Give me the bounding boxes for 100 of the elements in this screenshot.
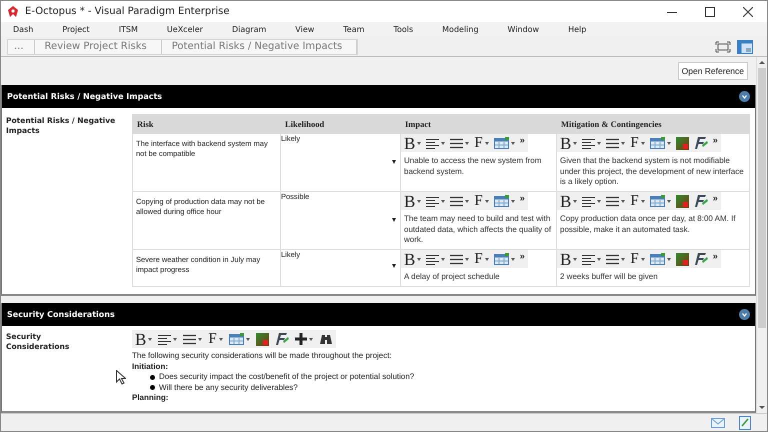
caret-icon — [417, 200, 422, 202]
fit-width-icon[interactable] — [715, 40, 731, 52]
caret-icon — [484, 200, 489, 202]
font-button[interactable]: F — [208, 330, 223, 348]
note-icon[interactable] — [739, 416, 751, 430]
dropdown-arrow-icon[interactable] — [392, 218, 396, 222]
caret-icon — [484, 142, 489, 144]
caret-icon — [417, 142, 422, 144]
breadcrumb-item[interactable]: Potential Risks / Negative Impacts — [162, 40, 358, 54]
more-button[interactable]: » — [520, 135, 525, 145]
bold-button[interactable]: B — [560, 250, 578, 268]
dropdown-arrow-icon[interactable] — [392, 160, 396, 164]
list-icon[interactable] — [606, 138, 620, 148]
app-logo-icon — [7, 6, 19, 18]
list-icon[interactable] — [606, 254, 620, 264]
pen-format-icon[interactable] — [694, 252, 708, 266]
more-button[interactable]: » — [520, 193, 525, 203]
list-icon[interactable] — [450, 196, 464, 206]
table-icon[interactable] — [228, 333, 244, 345]
binoculars-icon[interactable] — [318, 333, 333, 345]
menu-item[interactable]: ITSM — [118, 25, 148, 34]
font-button[interactable]: F — [630, 134, 645, 152]
more-button[interactable]: » — [712, 135, 718, 145]
font-button[interactable]: F — [474, 134, 489, 152]
bullet-icon — [150, 385, 155, 390]
mouse-cursor-icon — [116, 370, 126, 385]
menu-item[interactable]: Modeling — [442, 25, 489, 34]
color-icon[interactable] — [676, 194, 689, 208]
table-icon[interactable] — [494, 253, 509, 265]
list-icon[interactable] — [450, 254, 464, 264]
font-button[interactable]: F — [630, 250, 645, 268]
table-icon[interactable] — [650, 137, 665, 149]
table-icon[interactable] — [494, 137, 509, 149]
collapse-icon[interactable] — [739, 309, 750, 320]
list-item: Will there be any security deliverables? — [159, 382, 298, 393]
font-button[interactable]: F — [474, 250, 489, 268]
menu-item[interactable]: Team — [343, 25, 374, 34]
bold-button[interactable]: B — [560, 192, 578, 210]
menu-item[interactable]: View — [295, 25, 324, 34]
menu-item[interactable]: Tools — [393, 25, 424, 34]
breadcrumb-item[interactable]: Review Project Risks — [34, 40, 162, 54]
menu-item[interactable]: Project — [62, 25, 100, 34]
align-icon[interactable] — [582, 138, 596, 148]
align-icon[interactable] — [426, 196, 440, 206]
caret-icon — [640, 200, 645, 202]
bold-button[interactable]: B — [404, 250, 422, 268]
bold-button[interactable]: B — [560, 134, 578, 152]
align-icon[interactable] — [158, 334, 172, 344]
collapse-icon[interactable] — [739, 91, 750, 102]
more-button[interactable]: » — [712, 251, 718, 261]
caret-icon — [573, 258, 578, 260]
section-title: Security Considerations — [7, 310, 115, 319]
column-header: Mitigation & Contingencies — [556, 114, 750, 134]
caret-icon — [417, 258, 422, 260]
table-icon[interactable] — [650, 195, 665, 207]
font-button[interactable]: F — [630, 192, 645, 210]
list-icon[interactable] — [183, 334, 196, 344]
bold-button[interactable]: B — [404, 134, 422, 152]
align-icon[interactable] — [426, 138, 440, 148]
close-icon[interactable] — [743, 6, 753, 16]
caret-icon — [465, 142, 470, 144]
pen-format-icon[interactable] — [694, 136, 708, 150]
align-icon[interactable] — [426, 254, 440, 264]
table-icon[interactable] — [494, 195, 509, 207]
paragraph: The following security considerations will be made throughout the project: — [132, 351, 393, 362]
breadcrumb-item[interactable]: ... — [8, 40, 35, 54]
open-reference-button[interactable]: Open Reference — [678, 62, 748, 80]
menu-item[interactable]: Dash — [13, 25, 44, 34]
color-icon[interactable] — [676, 136, 689, 150]
more-button[interactable]: » — [520, 251, 525, 261]
list-icon[interactable] — [450, 138, 464, 148]
more-button[interactable]: » — [712, 193, 718, 203]
pen-format-icon[interactable] — [694, 194, 708, 208]
scroll-up-icon[interactable] — [759, 61, 765, 64]
table-icon[interactable] — [650, 253, 665, 265]
bold-button[interactable]: B — [135, 330, 152, 348]
bold-button[interactable]: B — [404, 192, 422, 210]
menu-item[interactable]: Diagram — [232, 25, 276, 34]
dropdown-arrow-icon[interactable] — [392, 264, 396, 268]
plus-icon[interactable] — [294, 333, 307, 345]
cell-text: Given that the backend system is not modifiable under this project, the development of new interface is a likely option. — [559, 155, 745, 188]
cell-text: Copy production data once per day, at 8:00 AM. If possible, make it an automated task. — [559, 213, 737, 236]
cell-text: The team may need to build and test with outdated data, which affects the quality of work. — [403, 213, 552, 246]
scroll-down-icon[interactable] — [759, 406, 765, 409]
color-icon[interactable] — [256, 332, 269, 346]
pen-format-icon[interactable] — [274, 332, 289, 346]
menu-item[interactable]: Window — [508, 25, 550, 34]
color-icon[interactable] — [676, 252, 689, 266]
menu-item[interactable]: Help — [568, 25, 596, 34]
cell-text: A delay of project schedule — [403, 271, 501, 283]
menu-item[interactable]: UeXceler — [166, 25, 213, 34]
align-icon[interactable] — [582, 196, 596, 206]
maximize-icon[interactable] — [705, 6, 715, 16]
font-button[interactable]: F — [474, 192, 489, 210]
list-icon[interactable] — [606, 196, 620, 206]
panel-icon[interactable] — [737, 40, 753, 54]
align-icon[interactable] — [582, 254, 596, 264]
window-title: E-Octopus * - Visual Paradigm Enterprise — [25, 6, 230, 17]
caret-icon — [148, 338, 152, 340]
caret-icon — [573, 200, 578, 202]
